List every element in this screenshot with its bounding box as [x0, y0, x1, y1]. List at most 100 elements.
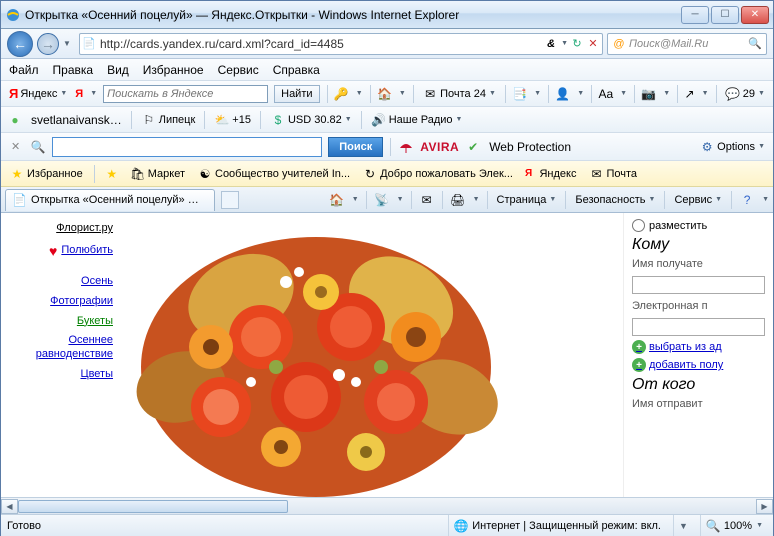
- avira-brand[interactable]: AVIRA: [420, 140, 459, 154]
- tab-active[interactable]: 📄 Открытка «Осенний поцелуй» — Янде...: [5, 189, 215, 211]
- translate-icon[interactable]: Aa: [598, 86, 613, 102]
- card-image-area: [121, 213, 623, 497]
- plus-icon: +: [632, 340, 646, 354]
- menu-edit[interactable]: Правка: [53, 63, 94, 77]
- from-label: От кого: [632, 376, 765, 394]
- close-toolbar[interactable]: ✕: [7, 140, 24, 153]
- zone-cell[interactable]: 🌐Интернет | Защищенный режим: вкл.: [448, 515, 665, 536]
- window-title: Открытка «Осенний поцелуй» — Яндекс.Откр…: [25, 8, 681, 22]
- read-mail-icon[interactable]: ✉: [419, 192, 435, 208]
- heart-icon: ♥: [49, 239, 57, 264]
- favorites-button[interactable]: ★Избранное: [7, 165, 85, 183]
- select-addr-link[interactable]: +выбрать из ад: [632, 340, 765, 354]
- link-autumn[interactable]: Осень: [9, 272, 113, 292]
- recipient-label: Имя получате: [632, 258, 765, 270]
- city-button[interactable]: ⚐Липецк: [139, 111, 198, 129]
- menu-bar: Файл Правка Вид Избранное Сервис Справка: [1, 59, 773, 81]
- avira-umbrella-icon: [398, 139, 414, 155]
- weather-button[interactable]: ⛅+15: [212, 111, 253, 129]
- link-bouquets[interactable]: Букеты: [9, 312, 113, 332]
- place-radio[interactable]: [632, 219, 645, 232]
- fav-market[interactable]: 🛍Маркет: [128, 165, 187, 183]
- place-label: разместить: [649, 220, 707, 232]
- scroll-track[interactable]: [18, 499, 756, 514]
- menu-file[interactable]: Файл: [9, 63, 39, 77]
- home-cmd-icon[interactable]: 🏠: [329, 192, 345, 208]
- maximize-button[interactable]: ☐: [711, 6, 739, 24]
- refresh-icon[interactable]: ↻: [570, 37, 584, 51]
- home-icon[interactable]: 🏠: [377, 86, 392, 102]
- protected-mode-cell[interactable]: ▼: [673, 515, 692, 536]
- user-status-icon[interactable]: ●: [7, 112, 23, 128]
- search-box[interactable]: @ Поиск@Mail.Ru 🔍: [607, 33, 767, 55]
- safety-menu[interactable]: Безопасность▼: [573, 193, 657, 207]
- menu-tools[interactable]: Сервис: [218, 63, 259, 77]
- to-label: Кому: [632, 236, 765, 254]
- mail-button[interactable]: ✉Почта 24▼: [420, 85, 498, 103]
- email-input[interactable]: [632, 318, 765, 336]
- right-panel: разместить Кому Имя получате Электронная…: [623, 213, 773, 497]
- service-menu[interactable]: Сервис▼: [672, 193, 724, 207]
- new-tab-button[interactable]: [221, 191, 239, 209]
- page-menu[interactable]: Страница▼: [495, 193, 559, 207]
- and-icon[interactable]: &: [544, 37, 558, 51]
- tool-icon-1[interactable]: 📑: [512, 86, 527, 102]
- help-icon[interactable]: ?: [739, 192, 755, 208]
- web-protection[interactable]: Web Protection: [487, 139, 573, 155]
- menu-view[interactable]: Вид: [107, 63, 129, 77]
- link-flowers[interactable]: Цветы: [9, 365, 113, 385]
- menu-help[interactable]: Справка: [273, 63, 320, 77]
- feed-icon[interactable]: 📡: [374, 192, 390, 208]
- left-sidebar: Флорист.ру ♥Полюбить Осень Фотографии Бу…: [1, 213, 121, 497]
- fav-teachers[interactable]: ☯Сообщество учителей In...: [195, 165, 352, 183]
- avira-toolbar: ✕ 🔍 Поиск AVIRA ✔ Web Protection ⚙Option…: [1, 133, 773, 161]
- link-like[interactable]: Полюбить: [61, 241, 113, 261]
- link-florist[interactable]: Флорист.ру: [9, 219, 113, 239]
- recipient-input[interactable]: [632, 276, 765, 294]
- add-recipient-link[interactable]: +добавить полу: [632, 358, 765, 372]
- avira-search-icon: 🔍: [30, 139, 46, 155]
- photo-icon[interactable]: 📷: [641, 86, 656, 102]
- print-icon[interactable]: 🖨: [450, 192, 466, 208]
- find-button[interactable]: Найти: [274, 85, 319, 103]
- stop-icon[interactable]: ✕: [586, 37, 600, 51]
- search-go-icon[interactable]: 🔍: [748, 37, 762, 51]
- back-button[interactable]: ←: [7, 31, 33, 57]
- nav-history-dropdown[interactable]: ▼: [63, 39, 75, 48]
- fav-welcome[interactable]: ↻Добро пожаловать Элек...: [360, 165, 515, 183]
- scroll-thumb[interactable]: [18, 500, 288, 513]
- close-button[interactable]: ✕: [741, 6, 769, 24]
- yandex-toolbar-1: ЯЯндекс▼ Я▼ Найти 🔑▼ 🏠▼ ✉Почта 24▼ 📑▼ 👤▼…: [1, 81, 773, 107]
- yandex-logo-icon[interactable]: Я: [75, 86, 83, 102]
- notif-count[interactable]: 💬29▼: [723, 85, 767, 103]
- email-label: Электронная п: [632, 300, 765, 312]
- menu-favorites[interactable]: Избранное: [143, 63, 204, 77]
- status-bar: Готово 🌐Интернет | Защищенный режим: вкл…: [1, 514, 773, 536]
- scroll-left-button[interactable]: ◀: [1, 499, 18, 514]
- fav-mail[interactable]: ✉Почта: [586, 165, 639, 183]
- nav-bar: ← → ▼ 📄 http://cards.yandex.ru/card.xml?…: [1, 29, 773, 59]
- avira-options[interactable]: ⚙Options▼: [697, 138, 767, 156]
- forward-button[interactable]: →: [37, 33, 59, 55]
- address-bar[interactable]: 📄 http://cards.yandex.ru/card.xml?card_i…: [79, 33, 603, 55]
- link-equinox-2[interactable]: равноденствие: [9, 345, 113, 365]
- search-placeholder: Поиск@Mail.Ru: [629, 38, 745, 50]
- yandex-search-input[interactable]: [103, 85, 268, 103]
- username[interactable]: svetlanaivansk…: [29, 112, 124, 128]
- zoom-cell[interactable]: 🔍100%▼: [700, 515, 767, 536]
- fav-yandex[interactable]: Я Яндекс: [523, 166, 579, 182]
- link-photos[interactable]: Фотографии: [9, 292, 113, 312]
- login-icon[interactable]: 🔑: [334, 86, 349, 102]
- avira-search-input[interactable]: [52, 137, 322, 157]
- poisk-button[interactable]: Поиск: [328, 137, 383, 157]
- currency-button[interactable]: $USD 30.82▼: [268, 111, 354, 129]
- radio-button[interactable]: 🔊Наше Радио▼: [369, 111, 465, 129]
- horizontal-scrollbar[interactable]: ◀ ▶: [1, 497, 773, 514]
- add-fav-icon[interactable]: ★: [104, 166, 120, 182]
- minimize-button[interactable]: ─: [681, 6, 709, 24]
- share-icon[interactable]: ↗: [685, 86, 695, 102]
- tool-icon-2[interactable]: 👤: [555, 86, 570, 102]
- yandex-brand[interactable]: ЯЯндекс▼: [7, 85, 69, 102]
- ie-icon: [5, 7, 21, 23]
- scroll-right-button[interactable]: ▶: [756, 499, 773, 514]
